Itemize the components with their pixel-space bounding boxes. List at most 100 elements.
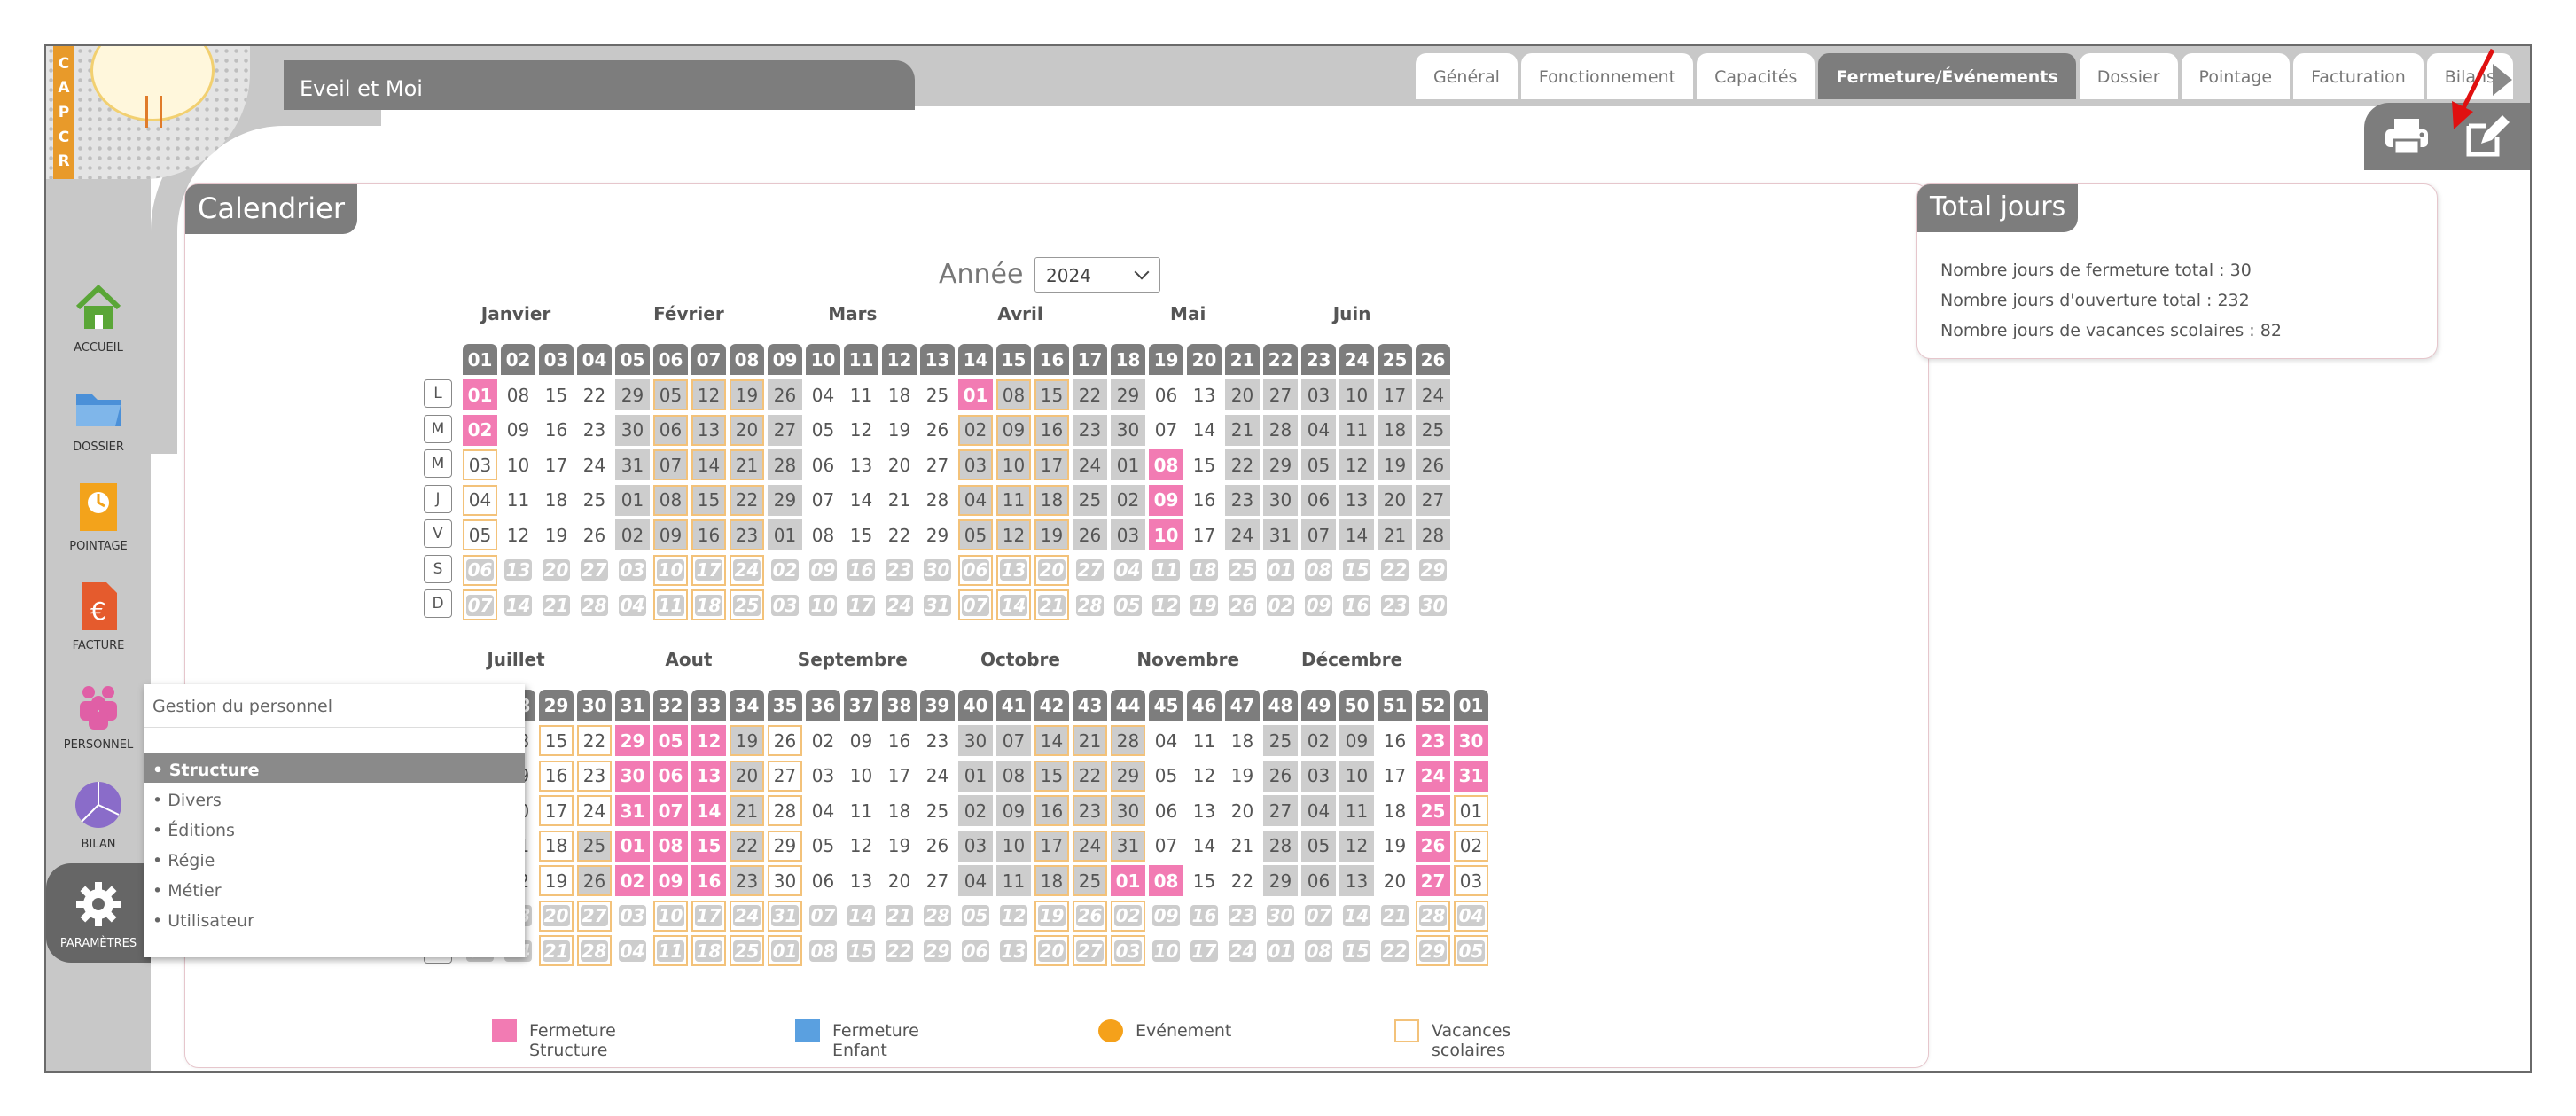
calendar-day[interactable]: 28 [1263, 414, 1298, 446]
weekend-day[interactable]: 28 [1073, 589, 1107, 620]
calendar-day[interactable]: 26 [920, 831, 955, 862]
calendar-day[interactable]: 23 [1416, 725, 1450, 756]
calendar-day[interactable]: 27 [1416, 865, 1450, 896]
calendar-day[interactable]: 30 [615, 414, 650, 446]
calendar-day[interactable]: 09 [996, 795, 1031, 826]
calendar-day[interactable]: 11 [1187, 725, 1222, 756]
calendar-day[interactable]: 21 [1225, 831, 1260, 862]
tab-pointage[interactable]: Pointage [2181, 53, 2291, 99]
weekend-day[interactable]: 24 [730, 554, 764, 586]
weekend-day[interactable]: 14 [1339, 901, 1374, 932]
calendar-day[interactable]: 04 [958, 484, 993, 516]
calendar-day[interactable]: 29 [1263, 865, 1298, 896]
calendar-day[interactable]: 03 [1111, 519, 1145, 550]
weekend-day[interactable]: 17 [844, 589, 878, 620]
weekend-day[interactable]: 09 [1301, 589, 1336, 620]
calendar-day[interactable]: 10 [844, 761, 878, 792]
calendar-day[interactable]: 30 [1263, 484, 1298, 516]
calendar-day[interactable]: 15 [1034, 760, 1069, 792]
calendar-day[interactable]: 22 [577, 725, 612, 756]
weekend-day[interactable]: 02 [1263, 589, 1298, 620]
calendar-day[interactable]: 16 [691, 865, 726, 896]
calendar-day[interactable]: 27 [1263, 379, 1298, 410]
calendar-day[interactable]: 05 [958, 519, 993, 550]
calendar-day[interactable]: 31 [1111, 830, 1145, 862]
calendar-day[interactable]: 28 [1416, 519, 1450, 550]
calendar-day[interactable]: 24 [577, 795, 612, 826]
calendar-day[interactable]: 02 [806, 725, 840, 756]
calendar-day[interactable]: 03 [958, 830, 993, 862]
weekend-day[interactable]: 18 [691, 589, 726, 620]
calendar-day[interactable]: 30 [615, 760, 650, 792]
weekend-day[interactable]: 21 [882, 901, 917, 932]
weekend-day[interactable]: 16 [1187, 901, 1222, 932]
calendar-day[interactable]: 09 [653, 519, 688, 550]
weekend-day[interactable]: 15 [844, 935, 878, 966]
calendar-day[interactable]: 31 [615, 449, 650, 480]
calendar-day[interactable]: 29 [768, 830, 802, 862]
calendar-day[interactable]: 21 [1378, 519, 1412, 550]
calendar-day[interactable]: 17 [1378, 379, 1412, 410]
tab-fonctionnement[interactable]: Fonctionnement [1520, 53, 1694, 99]
weekend-day[interactable]: 30 [1263, 901, 1298, 932]
calendar-day[interactable]: 18 [882, 795, 917, 826]
weekend-day[interactable]: 21 [1378, 901, 1412, 932]
calendar-day[interactable]: 06 [653, 414, 688, 446]
nav-item-dossier[interactable]: DOSSIER [46, 367, 151, 466]
calendar-day[interactable]: 22 [1225, 449, 1260, 480]
weekend-day[interactable]: 03 [615, 901, 650, 932]
weekend-day[interactable]: 21 [539, 589, 574, 620]
calendar-day[interactable]: 12 [1339, 449, 1374, 480]
weekend-day[interactable]: 08 [806, 935, 840, 966]
calendar-day[interactable]: 01 [958, 379, 993, 410]
weekend-day[interactable]: 06 [463, 554, 497, 586]
calendar-day[interactable]: 22 [730, 830, 764, 862]
calendar-day[interactable]: 10 [1149, 519, 1183, 550]
calendar-day[interactable]: 13 [1339, 484, 1374, 516]
calendar-day[interactable]: 16 [1034, 414, 1069, 446]
calendar-day[interactable]: 25 [920, 795, 955, 826]
weekend-day[interactable]: 25 [730, 935, 764, 966]
weekend-day[interactable]: 22 [1378, 935, 1412, 966]
weekend-day[interactable]: 01 [1263, 935, 1298, 966]
calendar-day[interactable]: 09 [501, 415, 535, 446]
weekend-day[interactable]: 25 [730, 589, 764, 620]
calendar-day[interactable]: 18 [1378, 795, 1412, 826]
submenu-item-divers[interactable]: • Divers [144, 783, 525, 813]
calendar-day[interactable]: 11 [844, 379, 878, 410]
print-icon[interactable] [2382, 117, 2432, 156]
calendar-day[interactable]: 02 [615, 865, 650, 896]
calendar-day[interactable]: 01 [768, 519, 802, 550]
calendar-day[interactable]: 14 [1034, 725, 1069, 756]
weekend-day[interactable]: 06 [958, 935, 993, 966]
weekend-day[interactable]: 31 [920, 589, 955, 620]
calendar-day[interactable]: 18 [882, 379, 917, 410]
weekend-day[interactable]: 20 [539, 555, 574, 586]
calendar-day[interactable]: 23 [577, 415, 612, 446]
weekend-day[interactable]: 17 [691, 554, 726, 586]
calendar-day[interactable]: 30 [1111, 795, 1145, 826]
calendar-day[interactable]: 15 [844, 519, 878, 550]
calendar-day[interactable]: 20 [1225, 795, 1260, 826]
weekend-day[interactable]: 28 [920, 901, 955, 932]
calendar-day[interactable]: 05 [1301, 830, 1336, 862]
weekend-day[interactable]: 20 [1034, 554, 1069, 586]
calendar-day[interactable]: 14 [691, 795, 726, 826]
weekend-day[interactable]: 08 [1301, 555, 1336, 586]
calendar-day[interactable]: 04 [1149, 725, 1183, 756]
calendar-day[interactable]: 08 [1149, 865, 1183, 896]
calendar-day[interactable]: 21 [882, 485, 917, 516]
calendar-day[interactable]: 16 [1378, 725, 1412, 756]
calendar-day[interactable]: 03 [463, 449, 497, 480]
calendar-day[interactable]: 19 [882, 831, 917, 862]
calendar-day[interactable]: 07 [1149, 831, 1183, 862]
calendar-day[interactable]: 01 [463, 379, 497, 410]
calendar-day[interactable]: 06 [806, 449, 840, 480]
weekend-day[interactable]: 16 [1339, 589, 1374, 620]
calendar-day[interactable]: 15 [1187, 865, 1222, 896]
calendar-day[interactable]: 15 [691, 484, 726, 516]
weekend-day[interactable]: 26 [1225, 589, 1260, 620]
calendar-day[interactable]: 12 [844, 831, 878, 862]
calendar-day[interactable]: 13 [691, 760, 726, 792]
nav-item-personnel[interactable]: PERSONNEL [46, 665, 151, 764]
